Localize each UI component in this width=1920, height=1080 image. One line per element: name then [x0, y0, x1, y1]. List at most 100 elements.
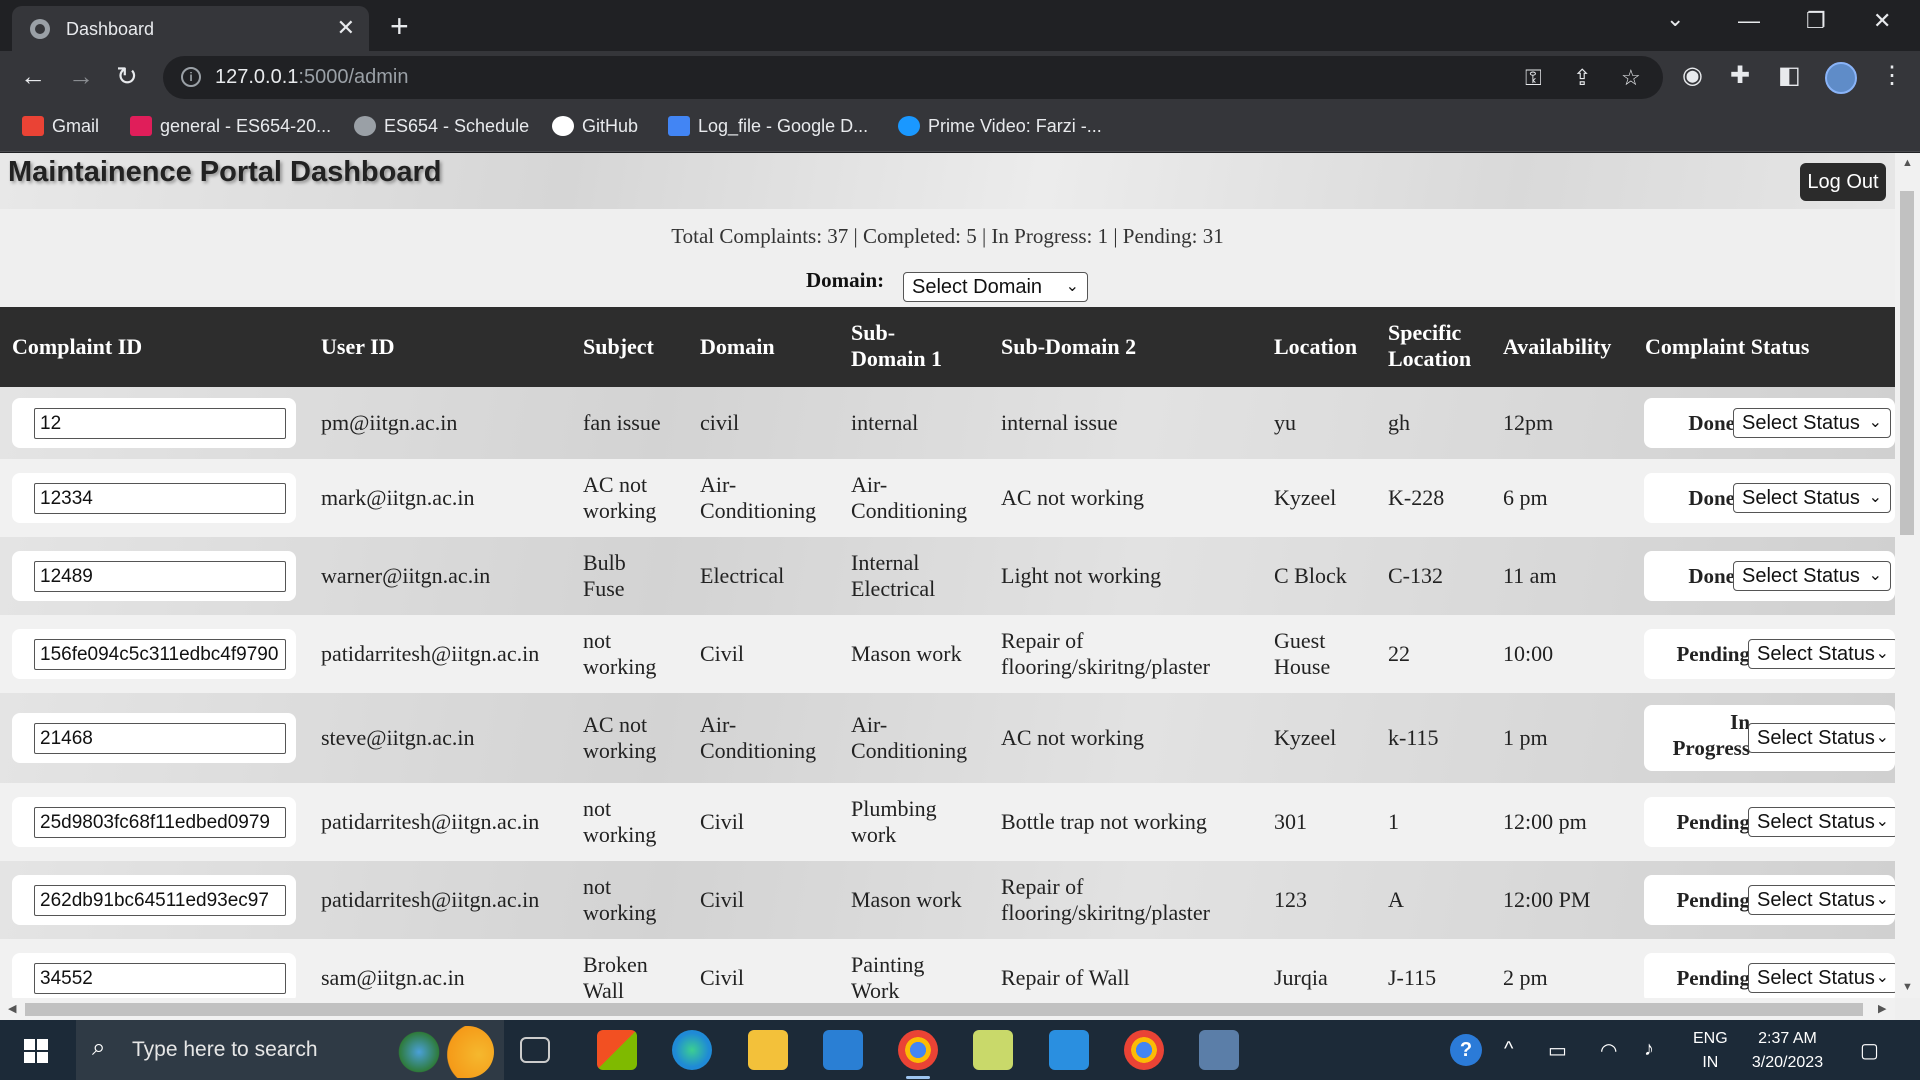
close-tab-icon[interactable]: ✕ — [337, 15, 355, 41]
status-badge: Pending — [1676, 642, 1750, 666]
status-select[interactable]: Select Status ⌄ — [1733, 483, 1891, 513]
tab-search-icon[interactable]: ⌄ — [1666, 6, 1684, 32]
minimize-button[interactable]: — — [1738, 8, 1760, 34]
complaint-id-input[interactable]: 262db91bc64511ed93ec97 — [34, 885, 286, 916]
notepad-icon[interactable] — [973, 1030, 1013, 1070]
chrome-icon[interactable] — [898, 1030, 938, 1079]
help-icon[interactable]: ? — [1450, 1034, 1482, 1066]
profile-avatar[interactable] — [1825, 62, 1857, 94]
wifi-icon[interactable]: ◠ — [1600, 1038, 1617, 1063]
github-icon — [552, 116, 574, 136]
status-select-label: Select Status — [1742, 412, 1860, 434]
vertical-scrollbar[interactable]: ▲ ▼ — [1895, 153, 1920, 998]
complaint-id-input[interactable]: 34552 — [34, 963, 286, 994]
cell-sub-domain-2: Repair of flooring/skiritng/plaster — [1001, 874, 1210, 925]
side-panel-icon[interactable]: ◧ — [1778, 61, 1801, 90]
header-sub-domain-1: Sub- Domain 1 — [851, 320, 943, 371]
bookmark-slack[interactable]: general - ES654-20... — [130, 116, 331, 137]
header-sub-domain-2: Sub-Domain 2 — [1001, 334, 1137, 359]
complaint-id-input[interactable]: 25d9803fc68f11edbed0979 — [34, 807, 286, 838]
chevron-up-icon[interactable]: ^ — [1504, 1038, 1513, 1061]
logout-button[interactable]: Log Out — [1800, 163, 1886, 201]
address-bar[interactable]: i 127.0.0.1:5000/admin ⚿ ⇪ ☆ — [163, 56, 1663, 99]
status-cell: Done Select Status ⌄ — [1644, 398, 1895, 448]
status-cell: Pending Select Status ⌄ — [1644, 629, 1898, 679]
status-select[interactable]: Select Status ⌄ — [1733, 561, 1891, 591]
windows-start-icon[interactable] — [24, 1039, 48, 1063]
cell-subject: AC not working — [583, 472, 657, 523]
complaint-id-cell: 12 — [12, 398, 296, 448]
cell-availability: 2 pm — [1503, 965, 1548, 990]
menu-kebab-icon[interactable]: ⋮ — [1880, 61, 1904, 90]
scroll-thumb[interactable] — [1900, 191, 1914, 535]
mail-icon[interactable] — [823, 1030, 863, 1070]
language-indicator[interactable]: ENG IN — [1693, 1027, 1728, 1075]
share-icon[interactable]: ⇪ — [1573, 65, 1591, 91]
site-info-icon[interactable]: i — [181, 67, 201, 87]
horizontal-scrollbar[interactable]: ◀ ▶ — [0, 998, 1895, 1020]
complaint-id-input[interactable]: 21468 — [34, 723, 286, 754]
task-view-icon[interactable] — [520, 1037, 550, 1063]
bookmark-star-icon[interactable]: ☆ — [1621, 65, 1641, 91]
forward-icon[interactable]: → — [68, 61, 94, 92]
scroll-left-icon[interactable]: ◀ — [8, 1002, 16, 1015]
file-explorer-icon[interactable] — [748, 1030, 788, 1070]
restore-button[interactable]: ❐ — [1806, 8, 1826, 34]
system-clock[interactable]: 2:37 AM 3/20/2023 — [1745, 1027, 1830, 1075]
status-select[interactable]: Select Status ⌄ — [1748, 885, 1898, 915]
status-select[interactable]: Select Status ⌄ — [1748, 723, 1898, 753]
bookmark-prime-video[interactable]: Prime Video: Farzi -... — [898, 116, 1102, 137]
status-select[interactable]: Select Status ⌄ — [1748, 807, 1898, 837]
complaint-id-input[interactable]: 12334 — [34, 483, 286, 514]
complaint-id-input[interactable]: 12489 — [34, 561, 286, 592]
status-badge: Pending — [1676, 966, 1750, 990]
complaint-id-input[interactable]: 12 — [34, 408, 286, 439]
chevron-down-icon: ⌄ — [1875, 969, 1889, 986]
status-select[interactable]: Select Status ⌄ — [1748, 639, 1898, 669]
vscode-icon[interactable] — [1049, 1030, 1089, 1070]
status-select[interactable]: Select Status ⌄ — [1733, 408, 1891, 438]
chevron-down-icon: ⌄ — [1868, 414, 1882, 431]
app-icon[interactable] — [1199, 1030, 1239, 1070]
puzzle-extensions-icon[interactable]: ✚ — [1730, 61, 1750, 90]
cell-domain: Civil — [700, 965, 745, 990]
scroll-down-icon[interactable]: ▼ — [1902, 981, 1913, 993]
status-cell: Done Select Status ⌄ — [1644, 473, 1895, 523]
battery-icon[interactable]: ▭ — [1548, 1038, 1567, 1063]
cell-sub-domain-1: Plumbing work — [851, 796, 937, 847]
bookmark-log-file[interactable]: Log_file - Google D... — [668, 116, 868, 137]
cell-specific-location: k-115 — [1388, 725, 1439, 750]
cell-domain: civil — [700, 410, 740, 435]
browser-tab[interactable]: Dashboard ✕ — [12, 6, 369, 51]
cell-user-id: patidarritesh@iitgn.ac.in — [321, 887, 540, 912]
scroll-up-icon[interactable]: ▲ — [1902, 157, 1913, 169]
complaint-id-cell: 12489 — [12, 551, 296, 601]
volume-icon[interactable]: ♪ — [1644, 1038, 1654, 1061]
status-select[interactable]: Select Status ⌄ — [1748, 963, 1898, 993]
back-icon[interactable]: ← — [20, 61, 46, 92]
close-window-button[interactable]: ✕ — [1873, 8, 1891, 34]
cell-domain: Civil — [700, 809, 745, 834]
chrome-profile-icon[interactable] — [1124, 1030, 1164, 1070]
domain-select[interactable]: Select Domain ⌄ — [903, 272, 1088, 302]
key-icon[interactable]: ⚿ — [1525, 65, 1542, 91]
scroll-thumb-horizontal[interactable] — [25, 1003, 1863, 1016]
extension-icon[interactable]: ◉ — [1682, 61, 1703, 90]
cell-user-id: warner@iitgn.ac.in — [321, 563, 491, 588]
region-code: IN — [1702, 1054, 1719, 1071]
bookmark-github[interactable]: GitHub — [552, 116, 638, 137]
bookmark-schedule[interactable]: ES654 - Schedule — [354, 116, 529, 137]
bookmark-gmail[interactable]: Gmail — [22, 116, 99, 137]
edge-icon[interactable] — [672, 1030, 712, 1070]
microsoft-store-icon[interactable] — [597, 1030, 637, 1070]
complaint-id-input[interactable]: 156fe094c5c311edbc4f9790 — [34, 639, 286, 670]
header-availability: Availability — [1503, 334, 1612, 359]
url-text[interactable]: 127.0.0.1:5000/admin — [215, 66, 409, 89]
slack-icon — [130, 116, 152, 136]
notification-icon[interactable]: ▢ — [1860, 1038, 1879, 1063]
cell-sub-domain-2: Repair of flooring/skiritng/plaster — [1001, 628, 1210, 679]
reload-icon[interactable]: ↻ — [116, 61, 138, 92]
scroll-right-icon[interactable]: ▶ — [1878, 1002, 1886, 1015]
new-tab-button[interactable]: + — [390, 8, 409, 45]
taskbar-search-box[interactable]: ⌕ Type here to search — [76, 1020, 504, 1080]
